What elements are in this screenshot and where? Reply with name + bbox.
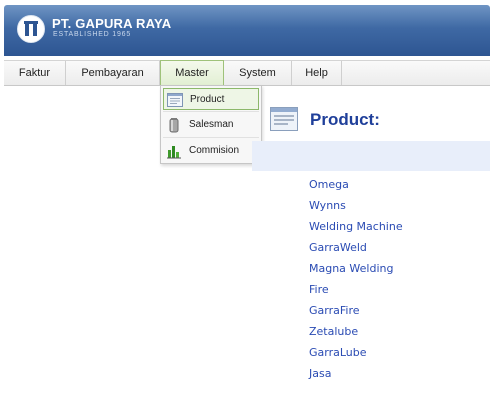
product-link[interactable]: Omega [309,176,403,197]
product-link[interactable]: Wynns [309,197,403,218]
product-form-icon [167,92,183,108]
product-link[interactable]: GarraLube [309,344,403,365]
salesman-icon [166,117,182,133]
app-header: PT. GAPURA RAYA ESTABLISHED 1965 [4,5,490,56]
title-band [252,141,490,171]
product-link[interactable]: Zetalube [309,323,403,344]
dropdown-label: Product [190,94,225,105]
page-title: Product: [310,110,380,129]
menu-master[interactable]: Master [160,60,224,85]
company-name: PT. GAPURA RAYA [52,16,172,31]
company-logo-icon [17,15,45,43]
main-menu-bar: Faktur Pembayaran Master System Help [4,60,490,86]
dropdown-divider [163,137,259,138]
menu-system[interactable]: System [224,61,292,85]
dropdown-divider [163,111,259,112]
menu-pembayaran[interactable]: Pembayaran [66,61,160,85]
product-link[interactable]: Jasa [309,365,403,386]
menu-faktur[interactable]: Faktur [4,61,66,85]
product-link[interactable]: Welding Machine [309,218,403,239]
menu-help[interactable]: Help [292,61,342,85]
dropdown-item-salesman[interactable]: Salesman [163,114,259,136]
product-link[interactable]: Magna Welding [309,260,403,281]
commission-chart-icon [166,143,182,159]
dropdown-item-commision[interactable]: Commision [163,140,259,162]
product-link[interactable]: GarraFire [309,302,403,323]
company-tagline: ESTABLISHED 1965 [53,31,132,38]
dropdown-label: Salesman [189,119,234,130]
product-link[interactable]: Fire [309,281,403,302]
dropdown-label: Commision [189,145,240,156]
product-list: Omega Wynns Welding Machine GarraWeld Ma… [309,176,403,386]
product-form-icon [270,107,298,131]
product-link[interactable]: GarraWeld [309,239,403,260]
dropdown-item-product[interactable]: Product [163,88,259,110]
master-dropdown-menu: Product Salesman Commision [160,85,262,164]
